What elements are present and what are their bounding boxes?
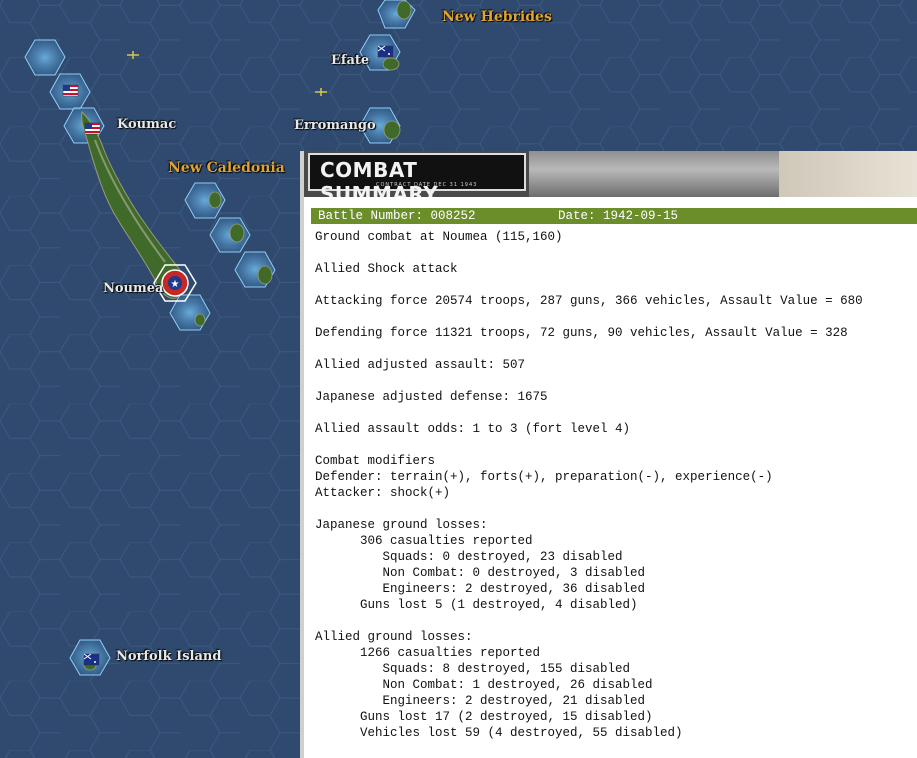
- combat-summary-panel: COMBAT SUMMARY CONTRACT DATE DEC 31 1943…: [300, 151, 917, 758]
- report-line: Allied adjusted assault: 507: [315, 358, 526, 372]
- label-norfolk-island: Norfolk Island: [116, 649, 222, 664]
- report-line: Defending force 11321 troops, 72 guns, 9…: [315, 326, 848, 340]
- report-line: 1266 casualties reported: [315, 646, 541, 660]
- label-koumac: Koumac: [117, 117, 177, 132]
- report-spacer: [315, 613, 915, 629]
- battle-header-bar: Battle Number: 008252 Date: 1942-09-15: [311, 208, 917, 224]
- battle-number: Battle Number: 008252: [318, 209, 476, 223]
- report-spacer: [315, 277, 915, 293]
- report-line: Engineers: 2 destroyed, 36 disabled: [315, 582, 646, 596]
- report-line: Vehicles lost 59 (4 destroyed, 55 disabl…: [315, 726, 683, 740]
- report-line: Defender: terrain(+), forts(+), preparat…: [315, 470, 773, 484]
- report-line: Allied assault odds: 1 to 3 (fort level …: [315, 422, 631, 436]
- report-line: Squads: 0 destroyed, 23 disabled: [315, 550, 623, 564]
- report-spacer: [315, 405, 915, 421]
- report-spacer: [315, 373, 915, 389]
- report-spacer: [315, 341, 915, 357]
- australia-flag-icon: [83, 653, 100, 666]
- report-line: Japanese adjusted defense: 1675: [315, 390, 548, 404]
- label-new-hebrides: New Hebrides: [442, 9, 552, 25]
- report-line: Allied ground losses:: [315, 630, 473, 644]
- combat-summary-banner: COMBAT SUMMARY CONTRACT DATE DEC 31 1943: [304, 151, 917, 197]
- report-line: 306 casualties reported: [315, 534, 533, 548]
- report-line: Engineers: 2 destroyed, 21 disabled: [315, 694, 646, 708]
- label-erromango: Erromango: [294, 118, 376, 133]
- report-line: Ground combat at Noumea (115,160): [315, 230, 563, 244]
- banner-title: COMBAT SUMMARY: [320, 158, 439, 197]
- banner-title-plate: COMBAT SUMMARY CONTRACT DATE DEC 31 1943: [308, 153, 526, 197]
- banner-photo: [779, 151, 917, 197]
- report-line: Combat modifiers: [315, 454, 436, 468]
- report-spacer: [315, 437, 915, 453]
- battle-date: Date: 1942-09-15: [558, 209, 679, 223]
- label-noumea: Noumea: [103, 281, 164, 296]
- report-line: Allied Shock attack: [315, 262, 458, 276]
- report-spacer: [315, 309, 915, 325]
- us-flag-icon: [84, 122, 101, 135]
- report-line: Japanese ground losses:: [315, 518, 488, 532]
- label-new-caledonia: New Caledonia: [168, 160, 285, 176]
- report-line: Attacking force 20574 troops, 287 guns, …: [315, 294, 863, 308]
- banner-photo: [529, 151, 779, 197]
- combat-report-text: Ground combat at Noumea (115,160) Allied …: [315, 229, 915, 741]
- report-line: Attacker: shock(+): [315, 486, 451, 500]
- banner-subtitle: CONTRACT DATE DEC 31 1943: [376, 182, 478, 188]
- report-line: Squads: 8 destroyed, 155 disabled: [315, 662, 631, 676]
- report-spacer: [315, 245, 915, 261]
- svg-text:★: ★: [171, 279, 180, 290]
- label-efate: Efate: [331, 53, 370, 68]
- report-line: Non Combat: 1 destroyed, 26 disabled: [315, 678, 653, 692]
- report-spacer: [315, 501, 915, 517]
- us-flag-icon: [62, 84, 79, 97]
- report-line: Non Combat: 0 destroyed, 3 disabled: [315, 566, 646, 580]
- report-line: Guns lost 5 (1 destroyed, 4 disabled): [315, 598, 638, 612]
- report-line: Guns lost 17 (2 destroyed, 15 disabled): [315, 710, 653, 724]
- australia-flag-icon: [377, 45, 394, 58]
